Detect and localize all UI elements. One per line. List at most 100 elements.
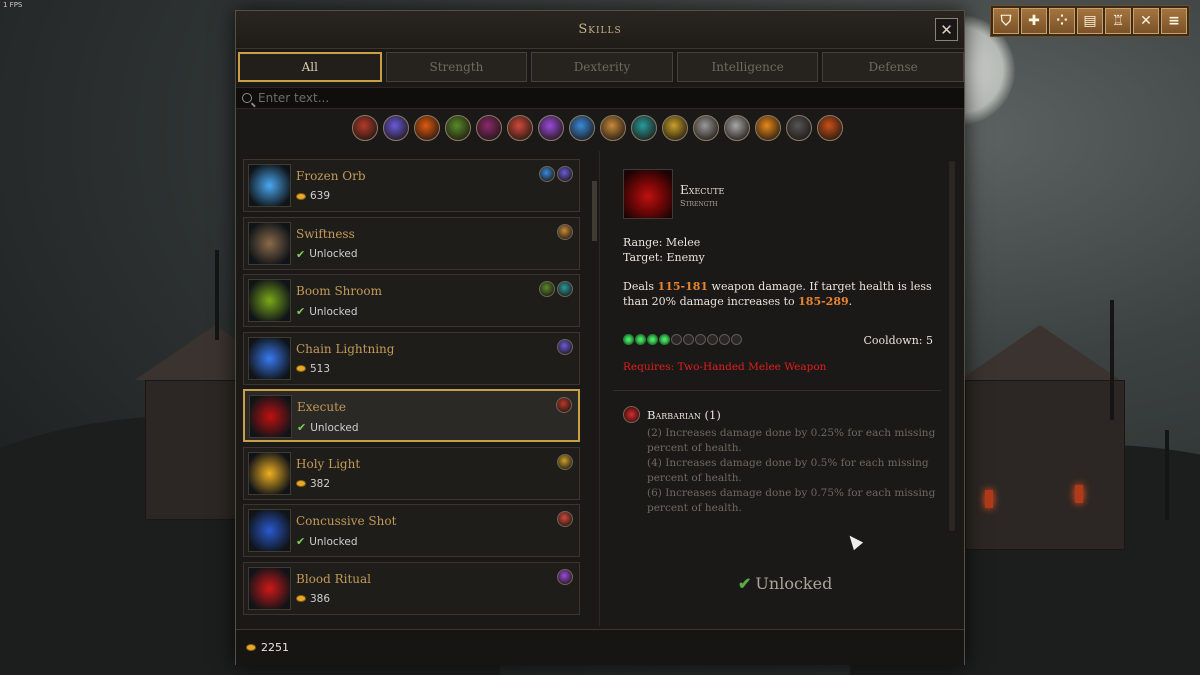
skill-row[interactable]: Concussive Shot ✔ Unlocked <box>243 504 580 557</box>
class-icon <box>557 568 573 585</box>
desc-text: Deals <box>623 280 658 293</box>
hammer-filter-icon[interactable] <box>600 115 626 141</box>
set-bonus-2: (2) Increases damage done by 0.25% for e… <box>647 427 936 454</box>
add-button[interactable]: ✚ <box>1021 8 1047 34</box>
class-icon <box>557 223 573 240</box>
skill-class-icons <box>539 281 573 297</box>
skill-class-icons <box>539 166 573 182</box>
skill-status: 386 <box>296 593 330 605</box>
detail-divider <box>613 390 941 391</box>
skill-class-icons <box>557 511 573 527</box>
beast-filter-icon[interactable] <box>755 115 781 141</box>
crossed-swords-button[interactable]: ✕ <box>1133 8 1159 34</box>
skill-status: 382 <box>296 478 330 490</box>
skill-detail: Execute Strength Range: Melee Target: En… <box>613 151 943 631</box>
skill-name: Blood Ritual <box>296 571 372 586</box>
skill-name: Execute <box>297 400 347 414</box>
journal-button[interactable]: ▤ <box>1077 8 1103 34</box>
sorcerer-filter-icon[interactable] <box>383 115 409 141</box>
trophy-button[interactable]: ♖ <box>1105 8 1131 34</box>
tab-dexterity[interactable]: Dexterity <box>531 52 673 82</box>
skill-row[interactable]: Chain Lightning 513 <box>243 331 580 385</box>
tab-strength[interactable]: Strength <box>385 52 528 82</box>
skill-row[interactable]: Frozen Orb 639 <box>243 159 580 212</box>
skill-status: 639 <box>296 190 330 202</box>
level-pip <box>659 334 670 345</box>
druid-filter-icon[interactable] <box>445 115 471 141</box>
category-tabs: All Strength Dexterity Intelligence Defense <box>238 52 964 82</box>
tab-intelligence[interactable]: Intelligence <box>676 52 819 82</box>
desc-text: . <box>848 295 853 308</box>
window-glow <box>1075 485 1083 503</box>
gold-footer: 2251 <box>236 629 964 665</box>
necro-filter-icon[interactable] <box>538 115 564 141</box>
search-icon <box>242 93 252 103</box>
skill-row[interactable]: Swiftness ✔ Unlocked <box>243 216 580 270</box>
barbarian-filter-icon[interactable] <box>352 115 378 141</box>
close-button[interactable]: ✕ <box>935 18 958 41</box>
top-toolbar: ⛉ ✚ ⁘ ▤ ♖ ✕ ≡ <box>990 5 1190 37</box>
check-icon: ✔ <box>296 305 306 318</box>
skill-name: Swiftness <box>296 226 355 241</box>
detail-skill-name: Execute <box>680 183 725 197</box>
unlocked-text: Unlocked <box>310 421 359 434</box>
search-bar <box>236 87 964 109</box>
class-icon <box>557 338 573 355</box>
skill-class-icons <box>557 338 573 355</box>
skill-status: ✔ Unlocked <box>297 421 359 434</box>
level-pip <box>719 334 730 345</box>
skill-cost: 513 <box>310 362 331 375</box>
skill-class-icons <box>557 453 573 470</box>
house-roof-right <box>960 325 1120 380</box>
gold-coin-icon <box>246 644 256 651</box>
panel-header: Skills ✕ <box>236 11 964 49</box>
knight-filter-icon[interactable] <box>693 115 719 141</box>
assassin-filter-icon[interactable] <box>631 115 657 141</box>
skill-status: 513 <box>296 363 330 375</box>
skill-status: ✔ Unlocked <box>296 535 358 548</box>
panel-title: Skills <box>578 22 622 37</box>
tome-filter-icon[interactable] <box>476 115 502 141</box>
skill-row[interactable]: Boom Shroom ✔ Unlocked <box>243 274 580 327</box>
skill-row[interactable]: Execute ✔ Unlocked <box>243 389 580 442</box>
detail-description: Deals 115-181 weapon damage. If target h… <box>623 279 938 309</box>
gold-coin-icon <box>296 365 306 372</box>
tab-all[interactable]: All <box>238 52 382 82</box>
barbarian-set-icon <box>623 406 640 423</box>
list-divider <box>599 151 600 626</box>
gear-filter-icon[interactable] <box>817 115 843 141</box>
archery-filter-icon[interactable] <box>507 115 533 141</box>
gold-amount: 2251 <box>261 641 289 654</box>
level-pip <box>695 334 706 345</box>
list-scrollbar[interactable] <box>592 181 597 241</box>
skills-button[interactable]: ⁘ <box>1049 8 1075 34</box>
fire-filter-icon[interactable] <box>414 115 440 141</box>
swiftness-icon <box>248 221 291 265</box>
tree <box>1165 430 1169 520</box>
detail-scrollbar[interactable] <box>949 161 955 531</box>
axe-filter-icon[interactable] <box>724 115 750 141</box>
search-input[interactable] <box>258 91 658 105</box>
class-icon <box>556 397 572 413</box>
tree <box>215 250 219 340</box>
holy-filter-icon[interactable] <box>662 115 688 141</box>
skill-row[interactable]: Holy Light 382 <box>243 446 580 500</box>
skills-panel: Skills ✕ All Strength Dexterity Intelligenc… <box>235 10 965 665</box>
holy-light-icon <box>248 451 291 495</box>
detail-skill-category: Strength <box>680 199 718 208</box>
set-name: Barbarian (1) <box>647 408 721 422</box>
skill-class-icons <box>556 397 572 413</box>
menu-button[interactable]: ≡ <box>1161 8 1187 34</box>
level-pip <box>707 334 718 345</box>
character-button[interactable]: ⛉ <box>993 8 1019 34</box>
set-bonus-4: (4) Increases damage done by 0.5% for ea… <box>647 457 929 484</box>
skill-name: Frozen Orb <box>296 169 366 183</box>
ice-filter-icon[interactable] <box>569 115 595 141</box>
level-pip <box>683 334 694 345</box>
skill-row[interactable]: Blood Ritual 386 <box>243 561 580 615</box>
shadow-filter-icon[interactable] <box>786 115 812 141</box>
tab-defense[interactable]: Defense <box>822 52 964 82</box>
skill-level-pips <box>623 334 742 345</box>
skill-cost: 382 <box>310 477 331 490</box>
fps-counter: 1 FPS <box>3 1 23 9</box>
